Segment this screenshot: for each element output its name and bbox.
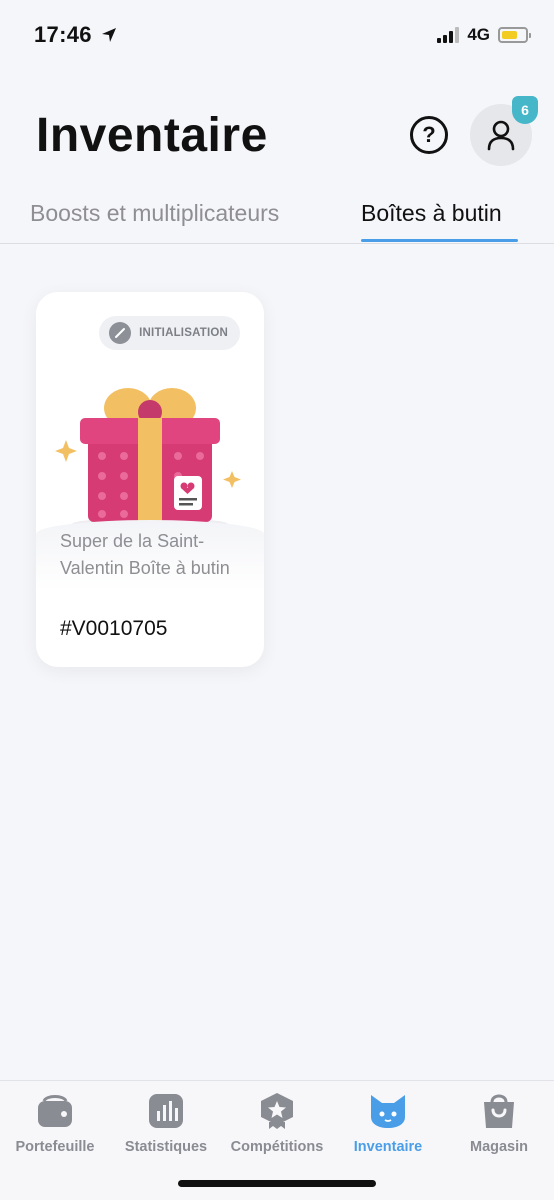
page-header: Inventaire ? 6 bbox=[0, 90, 554, 180]
nav-label: Magasin bbox=[469, 1139, 528, 1155]
inventory-tabs: Boosts et multiplicateurs Boîtes à butin bbox=[0, 190, 554, 244]
home-indicator[interactable] bbox=[178, 1180, 376, 1187]
tab-boosts[interactable]: Boosts et multiplicateurs bbox=[30, 200, 279, 227]
nav-statistiques[interactable]: Statistiques bbox=[111, 1091, 221, 1155]
status-bar: 17:46 4G bbox=[0, 0, 554, 70]
loot-box-name: Super de la Saint-Valentin Boîte à butin bbox=[60, 531, 230, 578]
notification-badge: 6 bbox=[512, 96, 538, 124]
nav-portefeuille[interactable]: Portefeuille bbox=[0, 1091, 110, 1155]
status-time: 17:46 bbox=[34, 22, 92, 47]
loot-box-code: #V0010705 bbox=[60, 617, 168, 640]
page-title: Inventaire bbox=[36, 108, 268, 162]
gauge-icon bbox=[109, 322, 132, 344]
status-badge: INITIALISATION bbox=[99, 316, 240, 350]
nav-inventaire[interactable]: Inventaire bbox=[333, 1091, 443, 1155]
active-tab-indicator bbox=[361, 239, 518, 242]
nav-label: Compétitions bbox=[230, 1139, 324, 1155]
user-icon bbox=[487, 120, 515, 151]
help-button[interactable]: ? bbox=[410, 116, 448, 154]
status-badge-label: INITIALISATION bbox=[139, 327, 228, 339]
nav-label: Inventaire bbox=[353, 1139, 423, 1155]
loot-box-card[interactable]: INITIALISATION Super de la Saint-Valenti… bbox=[36, 292, 264, 667]
nav-label: Statistiques bbox=[124, 1139, 208, 1155]
location-arrow-icon bbox=[101, 28, 116, 42]
profile-button[interactable]: 6 bbox=[470, 96, 538, 166]
battery-icon bbox=[498, 27, 531, 43]
gift-box-icon bbox=[55, 388, 241, 528]
nav-label: Portefeuille bbox=[15, 1139, 95, 1155]
tab-loot-boxes[interactable]: Boîtes à butin bbox=[361, 200, 502, 227]
wallet-icon bbox=[35, 1091, 75, 1131]
question-icon: ? bbox=[422, 122, 436, 147]
network-label: 4G bbox=[467, 25, 490, 44]
trophy-icon bbox=[257, 1091, 297, 1131]
cat-icon bbox=[368, 1091, 408, 1131]
stats-icon bbox=[146, 1091, 186, 1131]
nav-competitions[interactable]: Compétitions bbox=[222, 1091, 332, 1155]
signal-icon bbox=[437, 27, 460, 43]
nav-magasin[interactable]: Magasin bbox=[444, 1091, 554, 1155]
shopping-bag-icon bbox=[479, 1091, 519, 1131]
